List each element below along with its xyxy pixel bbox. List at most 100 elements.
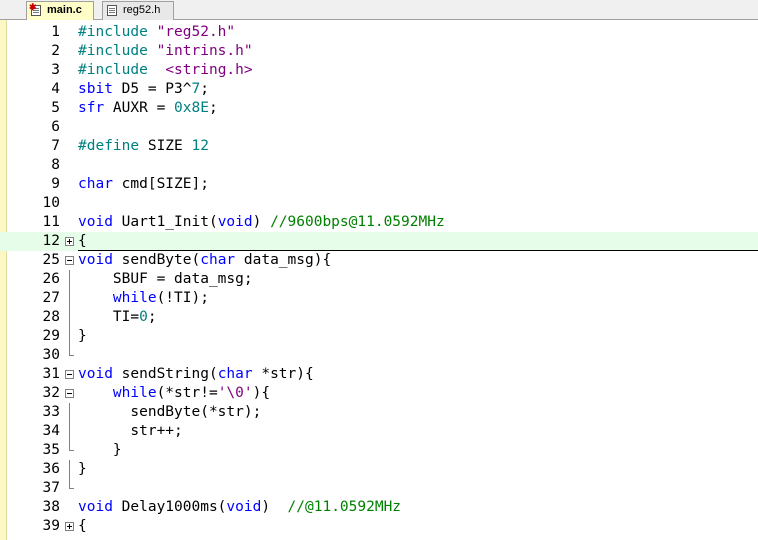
code-token: } <box>78 328 87 344</box>
line-number: 28 <box>42 309 60 325</box>
code-line[interactable]: 5 sfr AUXR = 0x8E; <box>0 99 758 118</box>
code-text: void Delay1000ms(void) //@11.0592MHz <box>78 498 401 517</box>
code-line[interactable]: 3 #include <string.h> <box>0 61 758 80</box>
code-line[interactable]: 6 <box>0 118 758 137</box>
code-line[interactable]: 26 SBUF = data_msg; <box>0 270 758 289</box>
keyword-token: void <box>78 366 113 382</box>
code-line[interactable]: 30 <box>0 346 758 365</box>
code-text: void sendString(char *str){ <box>78 365 314 384</box>
keyword-token: char <box>78 176 113 192</box>
line-number: 27 <box>42 290 60 306</box>
string-token: "intrins.h" <box>156 43 253 59</box>
code-line[interactable]: 29} <box>0 327 758 346</box>
preprocessor-token: #include <box>78 24 157 40</box>
code-text: } <box>78 327 87 346</box>
keyword-token: while <box>112 385 157 401</box>
code-line[interactable]: 2 #include "intrins.h" <box>0 42 758 61</box>
code-line[interactable]: 34 str++; <box>0 422 758 441</box>
code-token: (*str!= <box>156 385 218 401</box>
line-number: 11 <box>42 214 60 230</box>
code-line[interactable]: 7 #define SIZE 12 <box>0 137 758 156</box>
keyword-token: void <box>78 252 113 268</box>
code-line[interactable]: 10 <box>0 194 758 213</box>
code-line[interactable]: 11 void Uart1_Init(void) //9600bps@11.059… <box>0 213 758 232</box>
code-token: { <box>78 518 87 534</box>
line-number: 1 <box>51 24 60 40</box>
code-line[interactable]: 25 void sendByte(char data_msg){ <box>0 251 758 270</box>
code-line[interactable]: 8 <box>0 156 758 175</box>
code-line[interactable]: 4 sbit D5 = P3^7; <box>0 80 758 99</box>
code-line[interactable]: 12 { <box>0 232 758 251</box>
expand-fold-icon[interactable] <box>65 237 74 246</box>
line-number: 29 <box>42 328 60 344</box>
code-text: } <box>78 460 87 479</box>
code-token: TI= <box>78 309 140 325</box>
code-text: #include <string.h> <box>78 61 253 80</box>
string-token: '\0' <box>217 385 253 401</box>
line-number: 31 <box>42 366 60 382</box>
code-token: ) <box>252 214 271 230</box>
code-text: sfr AUXR = 0x8E; <box>78 99 218 118</box>
line-number: 12 <box>42 233 60 249</box>
collapse-fold-icon[interactable] <box>65 389 74 398</box>
code-line[interactable]: 37 <box>0 479 758 498</box>
fold-guide-line <box>69 327 70 346</box>
keyword-token: char <box>217 366 253 382</box>
comment-token: //9600bps@11.0592MHz <box>270 214 445 230</box>
code-text: #include "reg52.h" <box>78 23 235 42</box>
preprocessor-token: #include <box>78 62 166 78</box>
line-number: 8 <box>51 157 60 173</box>
code-token: ; <box>208 100 218 116</box>
code-line[interactable]: 9 char cmd[SIZE]; <box>0 175 758 194</box>
line-number: 5 <box>51 100 60 116</box>
code-token: ) <box>261 499 288 515</box>
code-line[interactable]: 36} <box>0 460 758 479</box>
line-number: 6 <box>51 119 60 135</box>
code-line[interactable]: 1 #include "reg52.h" <box>0 23 758 42</box>
expand-fold-icon[interactable] <box>65 522 74 531</box>
code-text: #define SIZE 12 <box>78 137 209 156</box>
code-line[interactable]: 32 while(*str!='\0'){ <box>0 384 758 403</box>
code-token: *str){ <box>252 366 314 382</box>
collapse-fold-icon[interactable] <box>65 370 74 379</box>
line-number: 34 <box>42 423 60 439</box>
code-text: char cmd[SIZE]; <box>78 175 209 194</box>
fold-guide-line <box>69 289 70 308</box>
keyword-token: void <box>78 214 113 230</box>
code-text: while(*str!='\0'){ <box>78 384 270 403</box>
line-number: 4 <box>51 81 60 97</box>
line-number: 2 <box>51 43 60 59</box>
code-text: } <box>78 441 122 460</box>
code-line[interactable]: 38 void Delay1000ms(void) //@11.0592MHz <box>0 498 758 517</box>
fold-guide-line <box>69 308 70 327</box>
code-line[interactable]: 35 } <box>0 441 758 460</box>
code-line[interactable]: 31 void sendString(char *str){ <box>0 365 758 384</box>
tab-main-c[interactable]: main.c <box>26 0 94 20</box>
line-number: 7 <box>51 138 60 154</box>
code-text: { <box>78 232 87 251</box>
fold-guide-line <box>69 270 70 289</box>
fold-guide-line <box>69 479 74 489</box>
fold-guide-line <box>69 403 70 422</box>
tab-reg52-h[interactable]: reg52.h <box>102 1 174 20</box>
collapse-fold-icon[interactable] <box>65 256 74 265</box>
fold-guide-line <box>69 422 70 441</box>
line-number: 38 <box>42 499 60 515</box>
file-tab-bar: main.c reg52.h <box>0 0 758 20</box>
number-token: 0x8E <box>174 100 209 116</box>
code-text: str++; <box>78 422 182 441</box>
tab-label: reg52.h <box>123 4 161 16</box>
code-line[interactable]: 28 TI=0; <box>0 308 758 327</box>
code-line[interactable]: 39 { <box>0 517 758 536</box>
line-number: 3 <box>51 62 60 78</box>
comment-token: //@11.0592MHz <box>287 499 402 515</box>
keyword-token: sfr <box>78 100 105 116</box>
code-line[interactable]: 27 while(!TI); <box>0 289 758 308</box>
code-token: Delay1000ms( <box>112 499 227 515</box>
code-line[interactable]: 33 sendByte(*str); <box>0 403 758 422</box>
code-token: } <box>78 442 122 458</box>
code-editor[interactable]: 1 #include "reg52.h" 2 #include "intrins.h"… <box>0 20 758 540</box>
number-token: 7 <box>191 81 201 97</box>
